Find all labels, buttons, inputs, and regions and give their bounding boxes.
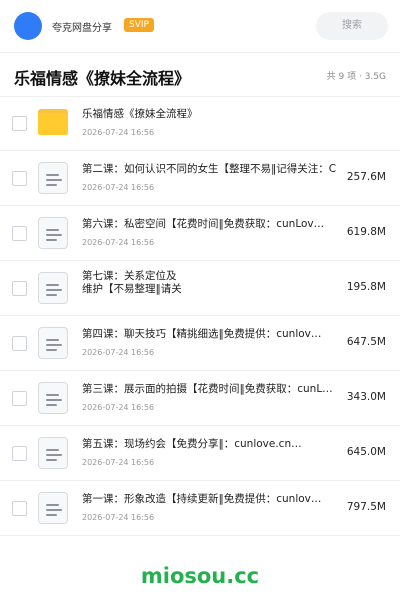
- file-date: 2026-07-24 16:56: [82, 348, 155, 357]
- list-item[interactable]: 第三课：展示面的拍摄【花费时间‖免费获取：cunL… 2026-07-24 16…: [0, 371, 400, 426]
- file-name: 第七课：关系定位及维护【不易整理‖请关注：cun…: [82, 270, 182, 295]
- list-item[interactable]: 乐福情感《撩妹全流程》 2026-07-24 16:56: [0, 96, 400, 151]
- watermark-text: miosou.cc: [140, 564, 260, 588]
- file-date: 2026-07-24 16:56: [82, 458, 155, 467]
- file-size: 343.0M: [342, 391, 386, 403]
- select-checkbox[interactable]: [12, 336, 27, 351]
- list-item[interactable]: 第四课：聊天技巧【精挑细选‖免费提供：cunlov… 2026-07-24 16…: [0, 316, 400, 371]
- file-name: 第二课：如何认识不同的女生【整理不易‖记得关注：C: [82, 163, 337, 175]
- file-size: 647.5M: [342, 336, 386, 348]
- file-date: 2026-07-24 16:56: [82, 513, 155, 522]
- select-checkbox[interactable]: [12, 116, 27, 131]
- file-date: 2026-07-24 16:56: [82, 128, 155, 137]
- video-file-icon: [38, 272, 70, 304]
- list-item[interactable]: 第七课：关系定位及维护【不易整理‖请关注：cun… 195.8M: [0, 261, 400, 316]
- page-title: 乐福情感《撩妹全流程》: [14, 69, 191, 88]
- video-file-icon: [38, 492, 70, 524]
- folder-meta: 共 9 项 · 3.5G: [326, 72, 386, 82]
- list-item[interactable]: 第五课：现场约会【免费分享‖：cunlove.cn… 2026-07-24 16…: [0, 426, 400, 481]
- list-item[interactable]: 第一课：形象改造【持续更新‖免费提供：cunlov… 2026-07-24 16…: [0, 481, 400, 536]
- site-name: 夸克网盘分享: [52, 23, 112, 34]
- file-size: 645.0M: [342, 446, 386, 458]
- file-list: 乐福情感《撩妹全流程》 2026-07-24 16:56 第二课：如何认识不同的…: [0, 96, 400, 536]
- select-checkbox[interactable]: [12, 281, 27, 296]
- file-size: 195.8M: [342, 281, 386, 293]
- video-file-icon: [38, 217, 70, 249]
- list-item[interactable]: 第六课：私密空间【花费时间‖免费获取：cunLov… 2026-07-24 16…: [0, 206, 400, 261]
- file-name: 第六课：私密空间【花费时间‖免费获取：cunLov…: [82, 218, 325, 230]
- avatar[interactable]: [14, 12, 42, 40]
- video-file-icon: [38, 162, 70, 194]
- folder-header: 乐福情感《撩妹全流程》 共 9 项 · 3.5G: [0, 52, 400, 97]
- svip-badge: SVIP: [124, 18, 154, 32]
- file-date: 2026-07-24 16:56: [82, 403, 155, 412]
- file-name: 第五课：现场约会【免费分享‖：cunlove.cn…: [82, 438, 302, 450]
- file-name: 乐福情感《撩妹全流程》: [82, 108, 198, 120]
- video-file-icon: [38, 327, 70, 359]
- file-date: 2026-07-24 16:56: [82, 238, 155, 247]
- folder-icon: [38, 107, 70, 139]
- video-file-icon: [38, 382, 70, 414]
- file-size: 257.6M: [342, 171, 386, 183]
- video-file-icon: [38, 437, 70, 469]
- select-checkbox[interactable]: [12, 501, 27, 516]
- file-size: 619.8M: [342, 226, 386, 238]
- search-button[interactable]: 搜索: [316, 12, 388, 40]
- top-bar: 夸克网盘分享 SVIP 搜索: [0, 0, 400, 53]
- file-name: 第四课：聊天技巧【精挑细选‖免费提供：cunlov…: [82, 328, 322, 340]
- file-size: 797.5M: [342, 501, 386, 513]
- select-checkbox[interactable]: [12, 391, 27, 406]
- select-checkbox[interactable]: [12, 446, 27, 461]
- select-checkbox[interactable]: [12, 226, 27, 241]
- file-name: 第一课：形象改造【持续更新‖免费提供：cunlov…: [82, 493, 322, 505]
- file-date: 2026-07-24 16:56: [82, 183, 155, 192]
- list-item[interactable]: 第二课：如何认识不同的女生【整理不易‖记得关注：C 2026-07-24 16:…: [0, 151, 400, 206]
- file-name: 第三课：展示面的拍摄【花费时间‖免费获取：cunL…: [82, 383, 333, 395]
- select-checkbox[interactable]: [12, 171, 27, 186]
